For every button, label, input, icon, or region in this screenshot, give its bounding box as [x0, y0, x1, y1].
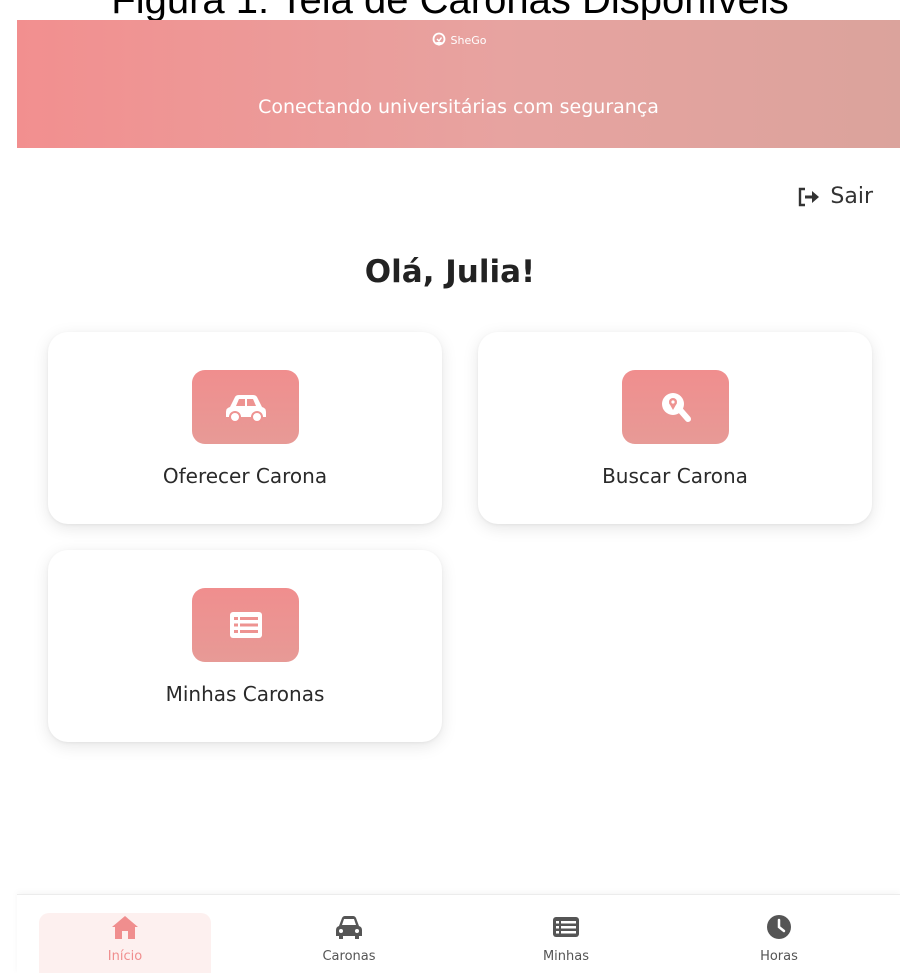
nav-home-label: Início [107, 949, 143, 964]
nav-item-rides[interactable]: Caronas [263, 913, 435, 973]
list-icon [229, 612, 262, 638]
bottom-navigation: Início Caronas Minhas Horas [17, 894, 900, 973]
car-icon [336, 916, 362, 939]
logout-button[interactable]: Sair [796, 184, 873, 209]
search-location-icon [661, 393, 691, 422]
logout-label: Sair [830, 184, 873, 209]
nav-mine-label: Minhas [542, 949, 590, 964]
car-icon [225, 395, 266, 423]
sign-out-icon [799, 187, 820, 206]
search-ride-card[interactable]: Buscar Carona [478, 332, 872, 524]
greeting-title: Olá, Julia! [364, 254, 536, 290]
nav-hours-label: Horas [760, 949, 798, 964]
home-icon [112, 916, 138, 939]
app-header: SheGo Conectando universitárias com segu… [17, 20, 900, 148]
offer-ride-icon-box [192, 370, 299, 444]
offer-ride-card[interactable]: Oferecer Carona [48, 332, 442, 524]
app-screen: Figura 1: Tela de Caronas Disponíveis Sh… [0, 0, 900, 973]
nav-rides-label: Caronas [322, 949, 376, 964]
clock-icon [767, 915, 791, 939]
search-ride-label: Buscar Carona [602, 464, 748, 488]
my-rides-icon-box [192, 588, 299, 662]
offer-ride-label: Oferecer Carona [162, 464, 328, 488]
nav-item-mine[interactable]: Minhas [480, 913, 652, 973]
nav-item-home[interactable]: Início [39, 913, 211, 973]
search-ride-icon-box [622, 370, 729, 444]
document-caption: Figura 1: Tela de Caronas Disponíveis [111, 0, 789, 22]
my-rides-card[interactable]: Minhas Caronas [48, 550, 442, 742]
app-logo: SheGo [17, 32, 900, 48]
location-pin-icon [432, 32, 445, 46]
nav-item-hours[interactable]: Horas [693, 913, 865, 973]
list-icon [553, 917, 579, 937]
logo-text: SheGo [450, 33, 487, 47]
my-rides-label: Minhas Caronas [165, 682, 325, 706]
header-tagline: Conectando universitárias com segurança [258, 96, 659, 118]
